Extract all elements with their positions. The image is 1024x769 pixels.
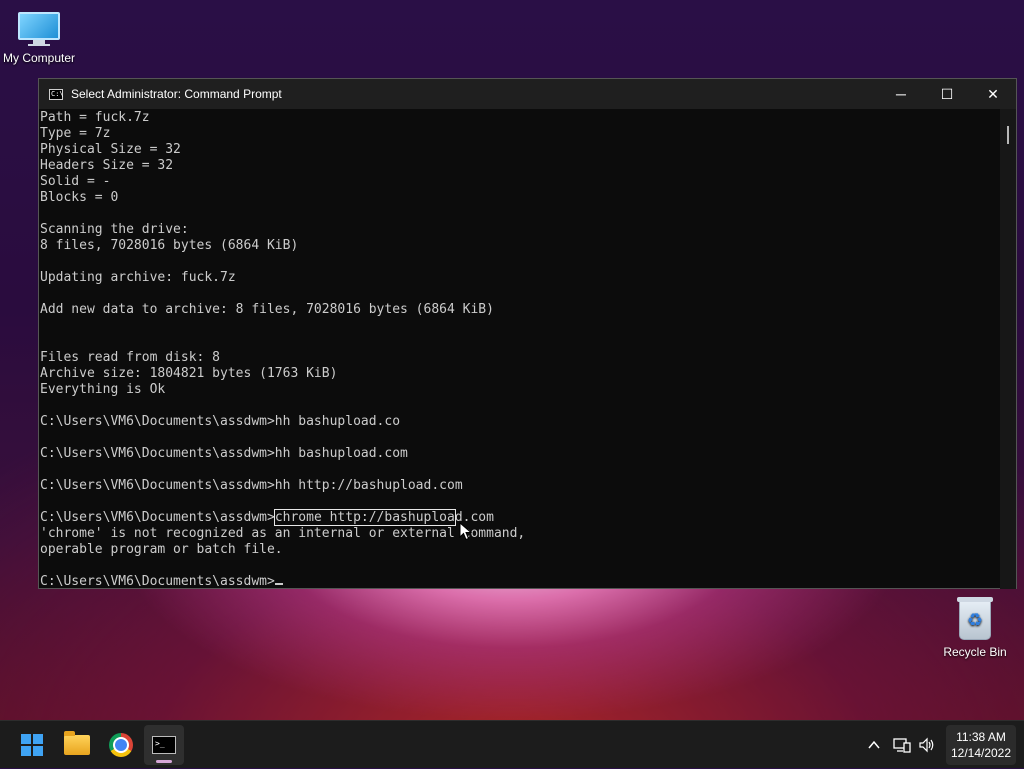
console-line: Headers Size = 32 bbox=[40, 158, 174, 173]
text-cursor bbox=[274, 583, 283, 585]
show-hidden-icons-button[interactable] bbox=[866, 721, 882, 769]
file-explorer-button[interactable] bbox=[57, 725, 97, 765]
console-line: C:\Users\VM6\Documents\assdwm>hh bashupl… bbox=[40, 446, 408, 461]
close-button[interactable]: ✕ bbox=[970, 79, 1016, 109]
console-error-line bbox=[40, 558, 1001, 574]
chrome-icon bbox=[109, 733, 133, 757]
recycle-bin-label: Recycle Bin bbox=[943, 645, 1007, 659]
console-line: Blocks = 0 bbox=[40, 190, 119, 205]
console-output[interactable]: Path = fuck.7z Type = 7z Physical Size = 3… bbox=[39, 109, 1001, 589]
volume-button[interactable] bbox=[918, 721, 936, 769]
network-button[interactable] bbox=[893, 721, 911, 769]
console-line: 8 files, 7028016 bytes (6864 KiB) bbox=[40, 238, 299, 253]
console-line: Type = 7z bbox=[40, 126, 111, 141]
console-error-output: 'chrome' is not recognized as an interna… bbox=[40, 526, 1001, 574]
console-line: Scanning the drive: bbox=[40, 222, 189, 237]
current-prompt: C:\Users\VM6\Documents\assdwm> bbox=[40, 574, 275, 589]
taskbar-clock[interactable]: 11:38 AM 12/14/2022 bbox=[946, 725, 1016, 765]
console-line: Updating archive: fuck.7z bbox=[40, 270, 236, 285]
terminal-icon: >_ bbox=[152, 736, 176, 754]
my-computer-desktop-icon[interactable]: My Computer bbox=[0, 8, 78, 65]
recycle-bin-desktop-icon[interactable]: ♻ Recycle Bin bbox=[936, 596, 1014, 659]
window-title: Select Administrator: Command Prompt bbox=[71, 87, 282, 101]
console-line: C:\Users\VM6\Documents\assdwm>hh http://… bbox=[40, 478, 463, 493]
console-line: Everything is Ok bbox=[40, 382, 166, 397]
console-line: Solid = - bbox=[40, 174, 111, 189]
command-prompt-taskbar-button[interactable]: >_ bbox=[144, 725, 184, 765]
taskbar: >_ 11:38 AM 12/14/2022 bbox=[0, 720, 1024, 768]
console-error-line: 'chrome' is not recognized as an interna… bbox=[40, 526, 526, 541]
my-computer-label: My Computer bbox=[2, 51, 76, 65]
text-selection[interactable]: chrome http://bashuploa bbox=[273, 509, 456, 526]
network-icon bbox=[893, 738, 911, 753]
console-selected-line: C:\Users\VM6\Documents\assdwm>chrome htt… bbox=[40, 509, 1001, 526]
clock-time: 11:38 AM bbox=[956, 730, 1006, 744]
chrome-button[interactable] bbox=[101, 725, 141, 765]
windows-logo-icon bbox=[21, 734, 43, 756]
recycle-bin-icon: ♻ bbox=[957, 597, 993, 640]
console-line: Path = fuck.7z bbox=[40, 110, 150, 125]
console-line: C:\Users\VM6\Documents\assdwm>hh bashupl… bbox=[40, 414, 401, 429]
command-prompt-icon: C:\ bbox=[49, 88, 64, 100]
chevron-up-icon bbox=[868, 740, 880, 749]
console-history: Path = fuck.7z Type = 7z Physical Size = 3… bbox=[40, 110, 1001, 510]
console-current-line[interactable]: C:\Users\VM6\Documents\assdwm> bbox=[40, 574, 1001, 589]
command-prompt-window[interactable]: C:\ Select Administrator: Command Prompt… bbox=[38, 78, 1017, 589]
monitor-icon bbox=[18, 12, 60, 46]
minimize-button[interactable]: ─ bbox=[878, 79, 924, 109]
folder-icon bbox=[64, 731, 90, 755]
clock-date: 12/14/2022 bbox=[950, 746, 1012, 760]
vertical-scrollbar[interactable] bbox=[1000, 109, 1016, 589]
mouse-pointer-icon bbox=[459, 522, 473, 541]
console-line: Physical Size = 32 bbox=[40, 142, 181, 157]
speaker-icon bbox=[919, 737, 934, 753]
start-button[interactable] bbox=[12, 725, 52, 765]
console-line: Add new data to archive: 8 files, 702801… bbox=[40, 302, 494, 317]
scrollbar-thumb[interactable] bbox=[1007, 126, 1009, 144]
console-prompt: C:\Users\VM6\Documents\assdwm> bbox=[40, 510, 275, 525]
maximize-button[interactable]: ☐ bbox=[924, 79, 970, 109]
console-line: Files read from disk: 8 bbox=[40, 350, 221, 365]
console-error-line: operable program or batch file. bbox=[40, 542, 283, 557]
window-titlebar[interactable]: C:\ Select Administrator: Command Prompt… bbox=[39, 79, 1016, 109]
console-line: Archive size: 1804821 bytes (1763 KiB) bbox=[40, 366, 338, 381]
